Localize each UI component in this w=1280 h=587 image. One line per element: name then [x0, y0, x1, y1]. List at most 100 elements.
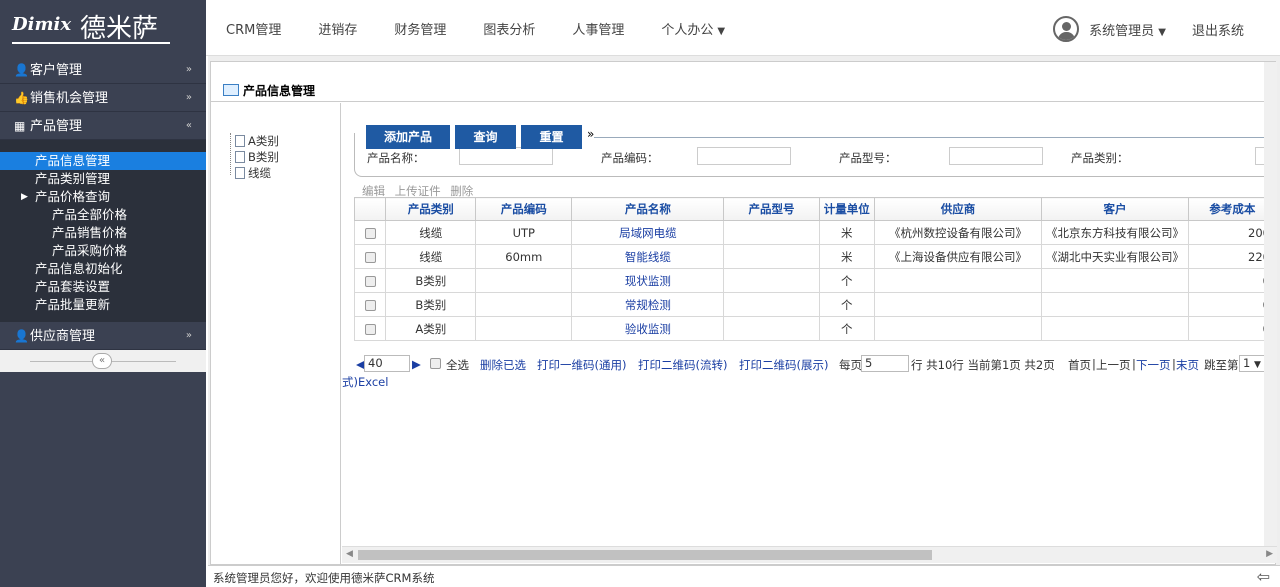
back-arrow-icon[interactable]: ⇦ [1257, 567, 1270, 586]
table-cell [475, 292, 573, 317]
logout-link[interactable]: 退出系统 [1192, 20, 1244, 39]
sidebar-item-all-prices[interactable]: 产品全部价格 [0, 206, 206, 224]
table-cell: 米 [818, 220, 875, 245]
filter-label-code: 产品编码： [601, 151, 659, 165]
table-cell: 《上海设备供应有限公司》 [873, 244, 1043, 269]
jump-page-select[interactable]: 1 ▼ [1239, 355, 1267, 372]
sidebar-item-product-bundle[interactable]: 产品套装设置 [0, 278, 206, 296]
column-header[interactable]: 客户 [1041, 197, 1189, 221]
user-menu[interactable]: 系统管理员 ▼ [1089, 20, 1166, 39]
chevron-up-icon: « [185, 120, 192, 131]
next-arrow-icon[interactable]: ▶ [412, 357, 421, 371]
sidebar-item-sales-prices[interactable]: 产品销售价格 [0, 224, 206, 242]
product-model-input[interactable] [949, 147, 1043, 165]
jump-page-value: 1 [1243, 356, 1251, 370]
row-checkbox[interactable] [364, 323, 376, 335]
nav-finance[interactable]: 财务管理 [394, 19, 446, 38]
table-row[interactable]: B类别 现状监测 个 0 [353, 268, 1277, 293]
table-row[interactable]: B类别 常规检测 个 0 [353, 292, 1277, 317]
table-cell [723, 316, 820, 341]
table-row[interactable]: A类别 验收监测 个 0 [353, 316, 1277, 341]
logo-underline [12, 42, 170, 44]
avatar-icon[interactable] [1053, 16, 1080, 42]
tree-item-b[interactable]: B类别 [235, 149, 279, 165]
last-page-link[interactable]: 末页 [1176, 357, 1199, 373]
product-name-link[interactable]: 局域网电缆 [571, 220, 725, 245]
sidebar-item-product-info[interactable]: 产品信息管理 [0, 152, 206, 170]
sidebar-group-customer[interactable]: 👤客户管理 » [0, 56, 206, 84]
sidebar-group-product[interactable]: ▦ 产品管理 « [0, 112, 206, 140]
product-name-input[interactable] [459, 147, 553, 165]
tree-item-cable[interactable]: 线缆 [235, 165, 271, 181]
table-cell [873, 292, 1043, 317]
prev-page-link[interactable]: 上一页 [1096, 357, 1131, 373]
column-header[interactable]: 产品名称 [571, 197, 725, 221]
sidebar-group-supplier[interactable]: 👤供应商管理 » [0, 322, 206, 350]
first-page-link[interactable]: 首页 [1068, 357, 1091, 373]
nav-inventory[interactable]: 进销存 [318, 19, 357, 38]
nav-hr[interactable]: 人事管理 [572, 19, 624, 38]
tree-item-label: A类别 [248, 134, 279, 148]
add-product-button[interactable]: 添加产品 [366, 125, 450, 149]
print-qr-flow-link[interactable]: 打印二维码(流转) [638, 357, 727, 373]
export-excel-link[interactable]: 式)Excel [342, 374, 388, 390]
product-name-link[interactable]: 现状监测 [571, 268, 725, 293]
sidebar-item-batch-update[interactable]: 产品批量更新 [0, 296, 206, 314]
product-name-link[interactable]: 常规检测 [571, 292, 725, 317]
per-page-input[interactable]: 5 [861, 355, 909, 372]
nav-charts[interactable]: 图表分析 [483, 19, 535, 38]
scroll-right-icon[interactable]: ▶ [1266, 549, 1273, 559]
vertical-scrollbar[interactable] [1264, 62, 1277, 546]
row-checkbox[interactable] [364, 275, 376, 287]
next-page-link[interactable]: 下一页 [1136, 357, 1171, 373]
column-header[interactable]: 产品型号 [723, 197, 820, 221]
caret-right-icon: ▶ [21, 192, 28, 202]
chevron-down-icon: » [185, 92, 192, 103]
sidebar-group-sales-opportunity[interactable]: 👍销售机会管理 » [0, 84, 206, 112]
print-qr-display-link[interactable]: 打印二维码(展示) [739, 357, 828, 373]
product-name-link[interactable]: 智能线缆 [571, 244, 725, 269]
horizontal-scrollbar[interactable]: ◀ ▶ [342, 546, 1277, 563]
print-barcode-link[interactable]: 打印一维码(通用) [537, 357, 626, 373]
query-button[interactable]: 查询 [455, 125, 516, 149]
page-size-input[interactable]: 40 [364, 355, 410, 372]
column-header[interactable]: 计量单位 [818, 197, 875, 221]
upload-cert-action[interactable]: 上传证件 [395, 184, 441, 198]
sidebar-item-product-init[interactable]: 产品信息初始化 [0, 260, 206, 278]
sidebar-item-purchase-prices[interactable]: 产品采购价格 [0, 242, 206, 260]
reset-button[interactable]: 重置 [521, 125, 582, 149]
product-name-link[interactable]: 验收监测 [571, 316, 725, 341]
row-checkbox[interactable] [364, 251, 376, 263]
table-row[interactable]: 线缆 UTP 局域网电缆 米 《杭州数控设备有限公司》 《北京东方科技有限公司》… [353, 220, 1277, 245]
jump-label: 跳至第 [1204, 358, 1239, 372]
user-area: 系统管理员 ▼ 退出系统 [1053, 16, 1244, 42]
select-column-header [353, 197, 387, 221]
nav-personal-office[interactable]: 个人办公 ▼ [661, 19, 725, 38]
row-checkbox[interactable] [364, 227, 376, 239]
expand-more-icon[interactable]: » [587, 127, 594, 141]
scroll-left-icon[interactable]: ◀ [346, 549, 353, 559]
sidebar-item-price-query[interactable]: ▶ 产品价格查询 [0, 188, 206, 206]
work-panel: 产品名称： 产品编码： 产品型号： 产品类别： 添加产品 查询 重置 » 编辑 … [342, 103, 1277, 566]
column-header[interactable]: 供应商 [873, 197, 1043, 221]
category-tree: A类别 B类别 线缆 [211, 103, 341, 566]
delete-action[interactable]: 删除 [450, 184, 473, 198]
tree-item-a[interactable]: A类别 [235, 133, 279, 149]
table-row[interactable]: 线缆 60mm 智能线缆 米 《上海设备供应有限公司》 《湖北中天实业有限公司》… [353, 244, 1277, 269]
table-cell [873, 316, 1043, 341]
tree-item-label: 线缆 [248, 166, 271, 180]
scrollbar-thumb[interactable] [358, 550, 932, 560]
column-header[interactable]: 产品类别 [385, 197, 477, 221]
logo-brand-zh: 德米萨 [80, 14, 159, 44]
column-header[interactable]: 产品编码 [475, 197, 573, 221]
select-all-checkbox[interactable] [430, 356, 441, 370]
nav-crm[interactable]: CRM管理 [226, 19, 281, 38]
product-code-input[interactable] [697, 147, 791, 165]
sidebar-item-label: 产品价格查询 [35, 189, 111, 204]
sidebar-item-product-category[interactable]: 产品类别管理 [0, 170, 206, 188]
caret-down-icon: ▼ [1253, 360, 1261, 370]
row-checkbox[interactable] [364, 299, 376, 311]
delete-selected-link[interactable]: 删除已选 [480, 357, 526, 373]
edit-action[interactable]: 编辑 [362, 184, 385, 198]
collapse-sidebar-button[interactable]: « [92, 353, 112, 369]
